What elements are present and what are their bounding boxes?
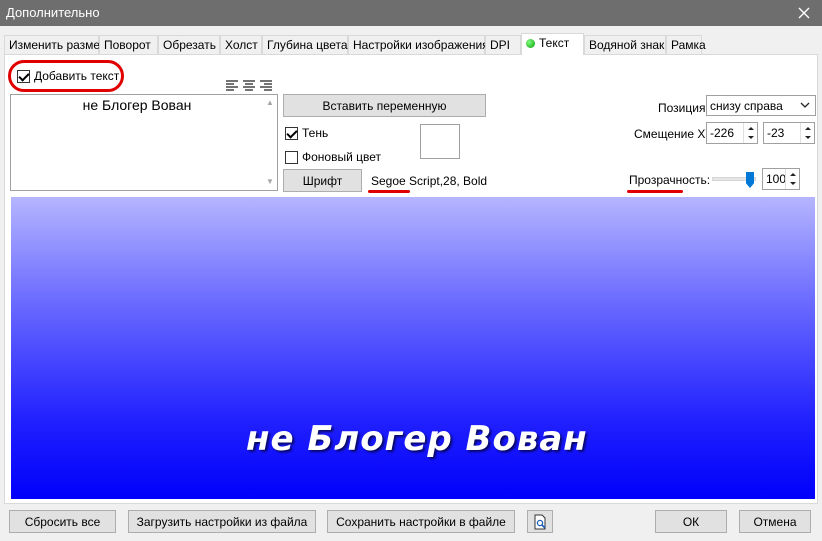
text-input[interactable]: не Блогер Вован ▲ ▼: [10, 94, 278, 191]
tab-text[interactable]: Текст: [521, 33, 584, 55]
scroll-down-icon[interactable]: ▼: [265, 177, 275, 187]
add-text-checkbox[interactable]: Добавить текст: [17, 69, 119, 83]
add-text-label: Добавить текст: [34, 69, 120, 83]
tab-canvas[interactable]: Холст: [220, 35, 262, 54]
close-button[interactable]: [786, 0, 822, 26]
align-center-icon[interactable]: [243, 80, 255, 91]
offset-y-stepper[interactable]: [800, 123, 814, 143]
align-left-icon[interactable]: [226, 80, 238, 91]
font-info: Segoe Script,28, Bold: [371, 174, 488, 188]
offset-x-input[interactable]: -226: [706, 122, 758, 144]
shadow-checkbox[interactable]: Тень: [285, 126, 328, 140]
tab-image-settings[interactable]: Настройки изображения: [348, 35, 489, 54]
preview-text-overlay: не Блогер Вован: [246, 419, 588, 459]
close-icon: [798, 7, 810, 19]
offset-x-stepper[interactable]: [743, 123, 757, 143]
scroll-up-icon[interactable]: ▲: [265, 98, 275, 108]
annotation-underline: [627, 190, 683, 193]
opacity-input[interactable]: 100: [762, 168, 800, 190]
save-settings-button[interactable]: Сохранить настройки в файле: [327, 510, 515, 533]
preview-settings-button[interactable]: [527, 510, 553, 533]
image-preview: не Блогер Вован: [11, 197, 815, 499]
tab-resize[interactable]: Изменить размер: [4, 35, 107, 54]
title-bar: Дополнительно: [0, 0, 822, 26]
tab-dpi[interactable]: DPI: [485, 35, 521, 54]
shadow-label: Тень: [302, 126, 329, 140]
color-swatch[interactable]: [420, 124, 460, 159]
text-input-value: не Блогер Вован: [82, 97, 192, 113]
reset-all-button[interactable]: Сбросить все: [9, 510, 116, 533]
text-alignment-group: [226, 80, 272, 91]
font-button[interactable]: Шрифт: [283, 169, 362, 192]
offset-y-input[interactable]: -23: [763, 122, 815, 144]
cancel-button[interactable]: Отмена: [739, 510, 811, 533]
window-title: Дополнительно: [6, 5, 100, 20]
chevron-down-icon: [799, 98, 811, 112]
tab-crop[interactable]: Обрезать: [158, 35, 220, 54]
opacity-stepper[interactable]: [785, 169, 799, 189]
active-indicator-icon: [526, 39, 535, 48]
opacity-label: Прозрачность:: [629, 173, 711, 187]
offset-label: Смещение XY:: [634, 127, 717, 141]
position-label: Позиция:: [658, 101, 709, 115]
checkbox-box: [285, 126, 298, 140]
position-select[interactable]: снизу справа: [706, 95, 816, 116]
insert-variable-button[interactable]: Вставить переменную: [283, 94, 486, 117]
tab-frame[interactable]: Рамка: [666, 35, 706, 54]
annotation-underline: [368, 190, 410, 193]
tab-rotate[interactable]: Поворот: [99, 35, 158, 54]
tab-color-depth[interactable]: Глубина цвета: [262, 35, 348, 54]
checkbox-box: [285, 150, 298, 164]
document-search-icon: [534, 514, 546, 529]
checkbox-box: [17, 69, 30, 83]
load-settings-button[interactable]: Загрузить настройки из файла: [128, 510, 316, 533]
align-right-icon[interactable]: [260, 80, 272, 91]
tab-watermark[interactable]: Водяной знак: [584, 35, 666, 54]
background-color-label: Фоновый цвет: [302, 150, 382, 164]
ok-button[interactable]: ОК: [655, 510, 727, 533]
background-color-checkbox[interactable]: Фоновый цвет: [285, 150, 381, 164]
